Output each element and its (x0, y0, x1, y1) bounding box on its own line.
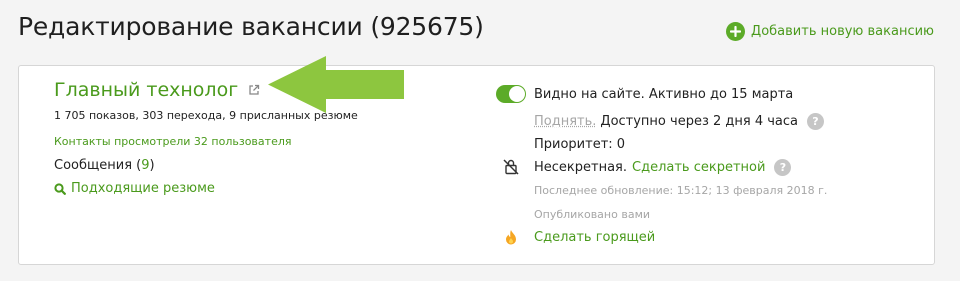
secrecy-row: Несекретная. Сделать секретной ? (496, 158, 916, 176)
no-secret-icon (496, 158, 526, 176)
arrow-pointer-icon (268, 56, 404, 113)
search-icon (54, 182, 66, 195)
messages-row: Сообщения (9) (54, 158, 454, 173)
matching-resumes-label: Подходящие резюме (71, 181, 215, 196)
vacancy-card: Главный технолог 1 705 показов, 303 пере… (18, 65, 935, 265)
messages-label: Сообщения ( (54, 158, 142, 173)
vacancy-title-link[interactable]: Главный технолог (54, 79, 238, 101)
raise-link[interactable]: Поднять. (534, 114, 596, 129)
help-icon[interactable]: ? (774, 158, 792, 176)
make-secret-link[interactable]: Сделать секретной (632, 160, 765, 175)
contacts-viewed-link[interactable]: Контакты просмотрели 32 пользователя (54, 135, 454, 148)
fire-icon (496, 229, 526, 246)
make-hot-row: Сделать горящей (496, 229, 916, 246)
published-by: Опубликовано вами (534, 208, 651, 221)
visibility-text: Видно на сайте. Активно до 15 марта (534, 86, 794, 102)
plus-circle-icon (726, 22, 746, 41)
matching-resumes-link[interactable]: Подходящие резюме (54, 181, 454, 196)
visibility-toggle[interactable] (496, 85, 526, 103)
page-title: Редактирование вакансии (925675) (18, 12, 484, 41)
add-vacancy-label: Добавить новую вакансию (751, 24, 934, 39)
raise-availability: Доступно через 2 дня 4 часа (600, 114, 798, 129)
visibility-row: Видно на сайте. Активно до 15 марта (496, 85, 916, 103)
messages-count-link[interactable]: 9 (141, 158, 149, 173)
priority-text: Приоритет: 0 (534, 137, 626, 152)
last-update: Последнее обновление: 15:12; 13 февраля … (534, 184, 828, 197)
vacancy-status: Видно на сайте. Активно до 15 марта Подн… (496, 85, 916, 246)
messages-suffix: ) (149, 158, 155, 173)
make-hot-link[interactable]: Сделать горящей (534, 230, 655, 245)
add-vacancy-link[interactable]: Добавить новую вакансию (726, 22, 934, 41)
external-link-icon[interactable] (248, 84, 261, 97)
raise-row: Поднять. Доступно через 2 дня 4 часа ? (496, 113, 916, 130)
priority-row: Приоритет: 0 (496, 137, 916, 152)
secrecy-text: Несекретная. (534, 159, 628, 175)
help-icon[interactable]: ? (807, 113, 824, 130)
